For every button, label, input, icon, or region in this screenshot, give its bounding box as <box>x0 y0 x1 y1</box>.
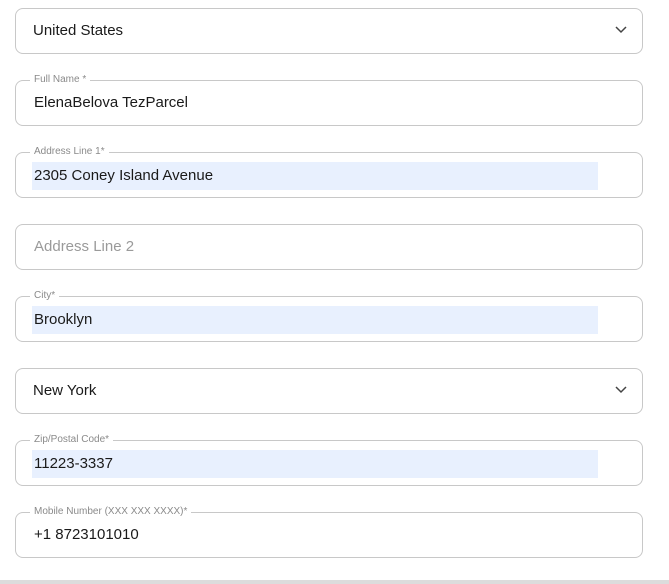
full-name-value: ElenaBelova TezParcel <box>34 94 188 111</box>
city-value: Brooklyn <box>34 311 93 328</box>
address-line-1-autofill-highlight: 2305 Coney Island Avenue <box>32 162 598 190</box>
full-name-field[interactable]: Full Name * ElenaBelova TezParcel <box>15 74 643 126</box>
zip-code-autofill-highlight: 11223-3337 <box>32 450 598 478</box>
state-select-value: New York <box>33 382 97 399</box>
address-line-1-field[interactable]: Address Line 1* 2305 Coney Island Avenue <box>15 146 643 198</box>
chevron-down-icon <box>615 26 627 34</box>
city-label: City* <box>30 290 60 302</box>
address-line-1-label: Address Line 1* <box>30 146 109 158</box>
zip-code-value: 11223-3337 <box>34 455 113 472</box>
zip-code-label: Zip/Postal Code* <box>30 434 114 446</box>
mobile-number-value: +1 8723101010 <box>34 526 139 543</box>
address-line-2-field[interactable]: Address Line 2 <box>15 224 643 270</box>
city-field[interactable]: City* Brooklyn <box>15 290 643 342</box>
bottom-divider <box>0 580 669 584</box>
shipping-address-form: United States Full Name * ElenaBelova Te… <box>0 0 669 584</box>
address-line-1-value: 2305 Coney Island Avenue <box>34 167 214 184</box>
mobile-number-field[interactable]: Mobile Number (XXX XXX XXXX)* +1 8723101… <box>15 506 643 558</box>
country-select-value: United States <box>33 22 124 39</box>
city-autofill-highlight: Brooklyn <box>32 306 598 334</box>
address-line-2-placeholder: Address Line 2 <box>34 238 135 255</box>
state-select[interactable]: New York <box>15 368 643 414</box>
zip-code-field[interactable]: Zip/Postal Code* 11223-3337 <box>15 434 643 486</box>
country-select[interactable]: United States <box>15 8 643 54</box>
chevron-down-icon <box>615 386 627 394</box>
